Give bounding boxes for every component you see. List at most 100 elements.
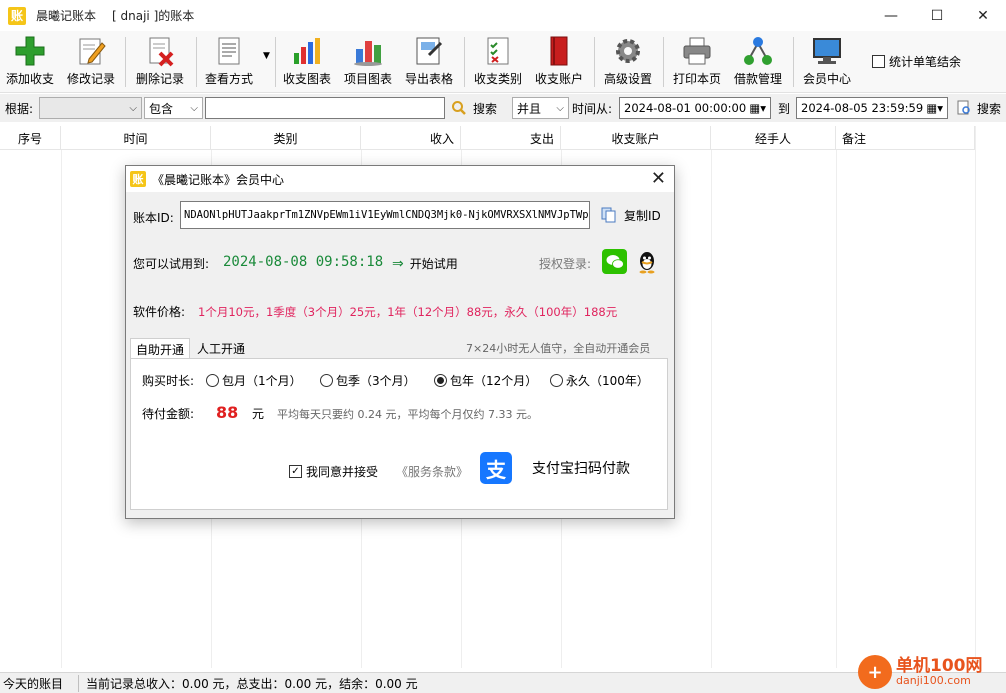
member-center-button[interactable]: 会员中心 [803,35,851,89]
maximize-button[interactable]: ☐ [914,0,960,31]
tab-self-service[interactable]: 自助开通 [130,338,191,359]
calendar-icon: ▦▾ [749,101,766,115]
export-table-label: 导出表格 [405,72,454,86]
agree-checkbox[interactable]: ✓ 我同意并接受 [289,463,378,480]
time-from-label: 时间从: [572,101,613,116]
option-quarterly-radio[interactable]: 包季（3个月） [320,372,416,389]
copy-id-button[interactable]: 复制ID [600,206,661,224]
network-icon [741,35,775,67]
income-chart-button[interactable]: 收支图表 [283,35,331,89]
advanced-settings-label: 高级设置 [604,72,653,86]
dialog-close-button[interactable]: ✕ [651,168,666,189]
keyword-input[interactable] [205,97,445,119]
monitor-icon [810,35,844,67]
wechat-login-icon[interactable] [602,249,627,274]
checkbox-checked[interactable]: ✓ [289,465,302,478]
edit-record-button[interactable]: 修改记录 [67,35,115,89]
option-yearly-radio[interactable]: 包年（12个月） [434,372,537,389]
match-mode-select[interactable]: 包含 ⌵ [144,97,203,119]
trial-date: 2024-08-08 09:58:18 [223,254,384,270]
tab-self-label: 自助开通 [136,342,185,357]
arrow-right-icon: ⇒ [392,255,404,272]
basis-select[interactable]: ⌵ [39,97,142,119]
delete-doc-icon [143,35,177,67]
alipay-icon: 支 [480,452,512,484]
site-watermark: + 单机100网 danji100.com [858,652,1006,692]
option-monthly-radio[interactable]: 包月（1个月） [206,372,302,389]
service-note: 7×24小时无人值守，全自动开通会员 [466,342,651,355]
status-divider [78,675,79,692]
document-list-icon [212,35,246,67]
radio-circle-selected[interactable] [434,374,447,387]
option-label: 包月（1个月） [222,374,302,388]
grid-line [836,150,837,668]
match-mode-value: 包含 [149,101,174,116]
categories-label: 收支类别 [474,72,523,86]
grid-line [711,150,712,668]
toolbar-divider [196,37,197,87]
gear-icon [611,35,645,67]
edit-record-label: 修改记录 [67,72,116,86]
chevron-down-icon: ⌵ [556,102,564,114]
delete-record-label: 删除记录 [136,72,185,86]
window-title: 晨曦记账本 [36,9,97,23]
accounts-button[interactable]: 收支账户 [535,35,583,89]
col-header[interactable]: 经手人 [711,126,836,150]
terms-link[interactable]: 《服务条款》 [396,463,468,480]
search-button[interactable]: 搜索 [451,97,497,119]
income-chart-label: 收支图表 [283,72,332,86]
search2-button[interactable]: 搜索 [956,97,1001,119]
minimize-button[interactable]: — [868,0,914,31]
col-header[interactable]: 支出 [461,126,561,150]
delete-record-button[interactable]: 删除记录 [136,35,184,89]
bar-chart-icon [290,35,324,67]
radio-circle[interactable] [550,374,563,387]
tab-manual-label: 人工开通 [197,341,246,356]
watermark-title: 单机100网 [896,655,983,676]
view-mode-label: 查看方式 [205,72,254,86]
toolbar: 添加收支 修改记录 删除记录 查看方式 ▼ 收支图表 项目图表 导出表格 收支类… [0,31,1006,93]
categories-button[interactable]: 收支类别 [474,35,522,89]
vertical-scroll-area[interactable] [975,126,1006,668]
col-header[interactable]: 收入 [361,126,461,150]
advanced-settings-button[interactable]: 高级设置 [604,35,652,89]
export-table-button[interactable]: 导出表格 [405,35,453,89]
single-balance-checkbox[interactable]: 统计单笔结余 [872,53,961,70]
time-from-picker[interactable]: 2024-08-01 00:00:00 ▦▾ [619,97,771,119]
chevron-down-icon: ⌵ [190,102,198,114]
option-forever-radio[interactable]: 永久（100年） [550,372,649,389]
col-header[interactable]: 备注 [836,126,975,150]
qq-login-icon[interactable] [636,249,658,275]
add-record-button[interactable]: 添加收支 [6,35,54,89]
alipay-pay-button[interactable]: 支 支付宝扫码付款 [480,452,630,484]
grid-line [61,150,62,668]
col-header[interactable]: 时间 [61,126,211,150]
col-header[interactable]: 收支账户 [561,126,711,150]
watermark-url: danji100.com [896,674,971,688]
view-mode-button[interactable]: 查看方式 [205,35,253,89]
item-chart-button[interactable]: 项目图表 [344,35,392,89]
search-label: 搜索 [473,101,498,116]
book-id-field[interactable]: NDAONlpHUTJaakprTm1ZNVpEWm1iV1EyWmlCNDQ3… [180,201,590,229]
search-icon [452,101,466,115]
radio-circle[interactable] [320,374,333,387]
auth-login-label: 授权登录: [539,257,592,271]
table-header: 序号 时间 类别 收入 支出 收支账户 经手人 备注 [0,126,975,150]
radio-circle[interactable] [206,374,219,387]
print-page-button[interactable]: 打印本页 [673,35,721,89]
agree-label: 我同意并接受 [306,465,379,479]
col-header[interactable]: 序号 [0,126,61,150]
chevron-down-icon: ⌵ [129,102,137,114]
checkbox-box[interactable] [872,55,885,68]
toolbar-divider [275,37,276,87]
close-button[interactable]: ✕ [960,0,1006,31]
start-trial-button[interactable]: ⇒ 开始试用 [392,255,458,272]
tab-manual[interactable]: 人工开通 [192,338,250,358]
dialog-title: 《晨曦记账本》会员中心 [152,172,285,187]
watermark-logo-icon: + [858,655,892,689]
logic-select[interactable]: 并且 ⌵ [512,97,569,119]
duration-label: 购买时长: [142,374,195,388]
time-to-picker[interactable]: 2024-08-05 23:59:59 ▦▾ [796,97,948,119]
loans-button[interactable]: 借款管理 [734,35,782,89]
col-header[interactable]: 类别 [211,126,361,150]
